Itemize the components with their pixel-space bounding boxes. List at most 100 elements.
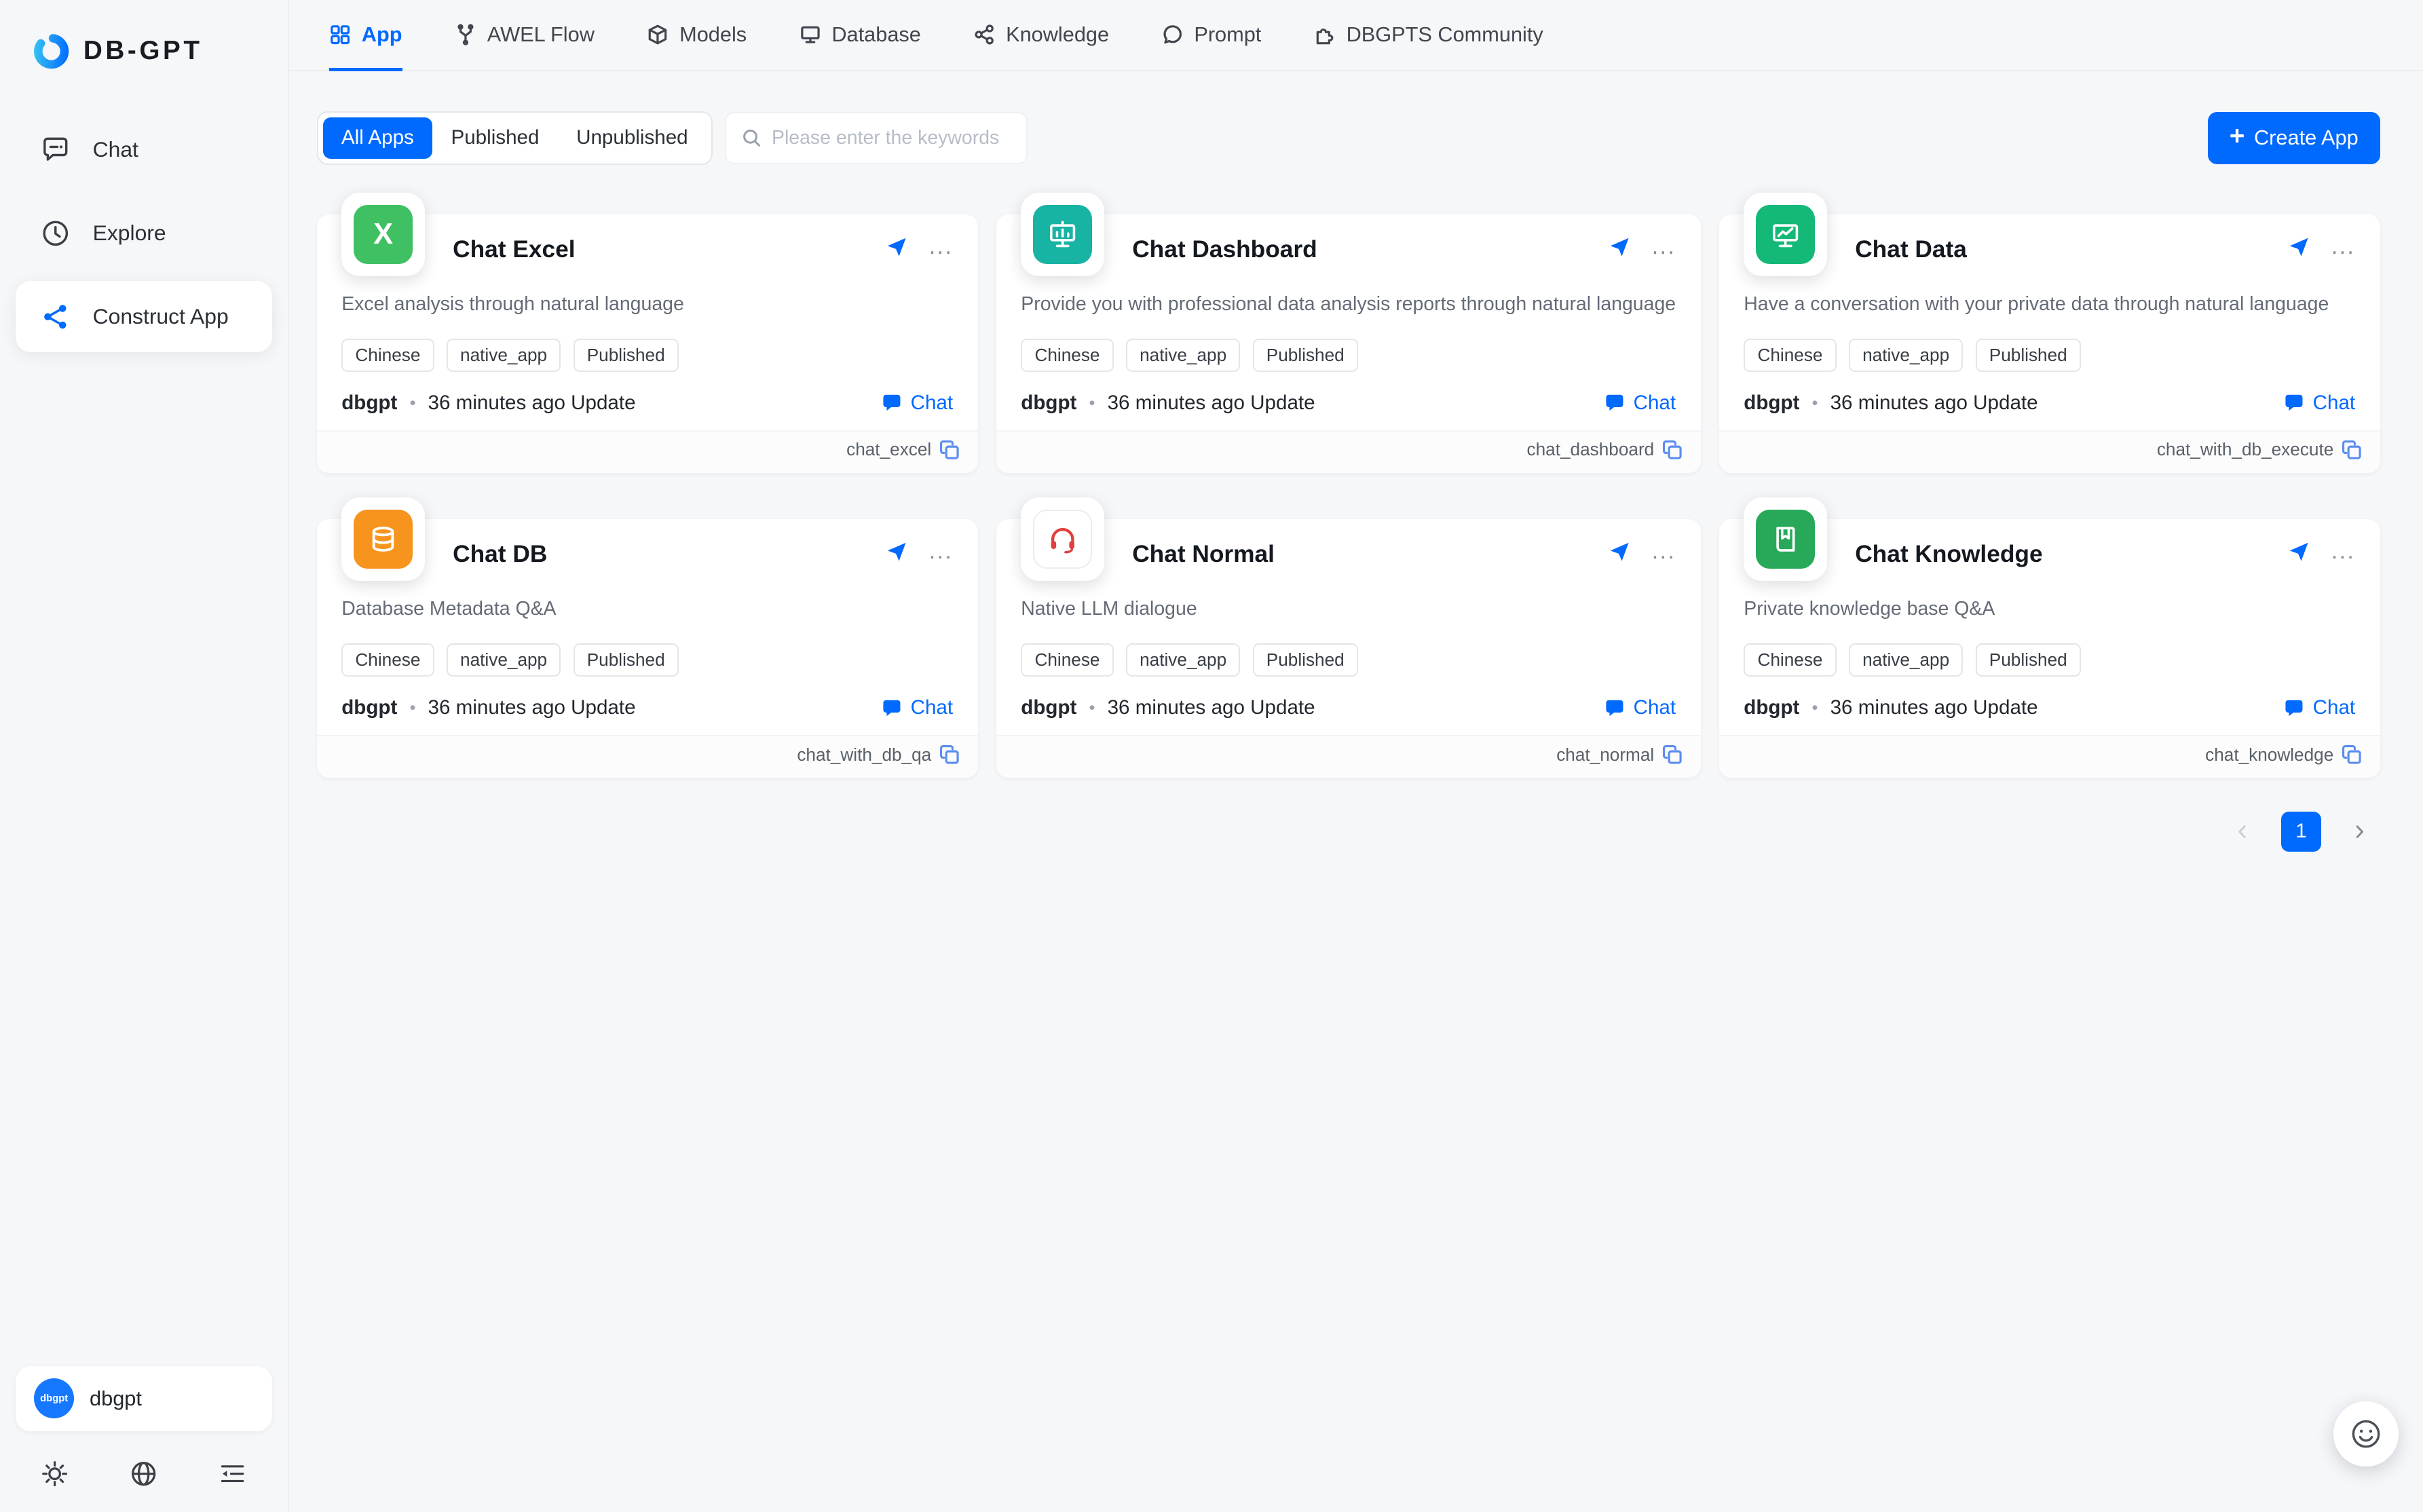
more-menu-icon[interactable]: ... bbox=[929, 239, 953, 254]
user-name: dbgpt bbox=[90, 1386, 142, 1411]
flow-icon bbox=[455, 24, 476, 45]
collapse-sidebar-icon[interactable] bbox=[218, 1459, 247, 1488]
copy-icon[interactable] bbox=[939, 440, 960, 460]
card-tags: Chinese native_app Published bbox=[1021, 643, 1676, 677]
tab-models[interactable]: Models bbox=[647, 0, 747, 70]
search-input[interactable] bbox=[772, 127, 1011, 149]
card-tags: Chinese native_app Published bbox=[1744, 643, 2355, 677]
app-card-chat-data[interactable]: Chat Data ... Have a conversation with y… bbox=[1719, 214, 2380, 473]
tab-label: App bbox=[362, 22, 402, 47]
more-menu-icon[interactable]: ... bbox=[1652, 239, 1676, 254]
more-menu-icon[interactable]: ... bbox=[1652, 544, 1676, 559]
card-owner: dbgpt bbox=[1744, 696, 1799, 719]
app-card-chat-dashboard[interactable]: Chat Dashboard ... Provide you with prof… bbox=[996, 214, 1701, 473]
tab-label: DBGPTS Community bbox=[1347, 22, 1543, 47]
create-app-button[interactable]: + Create App bbox=[2208, 112, 2380, 164]
app-card-chat-db[interactable]: Chat DB ... Database Metadata Q&A Chines… bbox=[317, 519, 978, 778]
sidebar-item-construct-app[interactable]: Construct App bbox=[16, 281, 272, 352]
feedback-smiley-button[interactable] bbox=[2333, 1401, 2399, 1467]
scene-name: chat_normal bbox=[1556, 744, 1654, 766]
copy-icon[interactable] bbox=[939, 744, 960, 765]
chat-label: Chat bbox=[911, 696, 954, 719]
card-tags: Chinese native_app Published bbox=[1744, 339, 2355, 372]
chat-button[interactable]: Chat bbox=[1604, 696, 1676, 719]
copy-icon[interactable] bbox=[2342, 744, 2362, 765]
tag-type: native_app bbox=[447, 339, 561, 372]
share-cursor-icon[interactable] bbox=[1609, 236, 1630, 258]
sidebar-item-explore[interactable]: Explore bbox=[16, 197, 272, 269]
chat-icon bbox=[40, 134, 71, 166]
share-cursor-icon[interactable] bbox=[2288, 541, 2310, 563]
chat-button[interactable]: Chat bbox=[2283, 696, 2355, 719]
card-description: Excel analysis through natural language bbox=[341, 293, 953, 316]
card-updated: 36 minutes ago Update bbox=[1830, 392, 2038, 415]
card-tags: Chinese native_app Published bbox=[341, 339, 953, 372]
tab-label: Database bbox=[831, 22, 921, 47]
chat-label: Chat bbox=[2313, 392, 2356, 415]
copy-icon[interactable] bbox=[1662, 744, 1683, 765]
scene-name: chat_with_db_qa bbox=[797, 744, 931, 766]
language-globe-icon[interactable] bbox=[129, 1459, 158, 1488]
card-title: Chat Excel bbox=[453, 236, 886, 263]
pagination-next-button[interactable] bbox=[2340, 812, 2380, 852]
tab-label: Prompt bbox=[1194, 22, 1261, 47]
pagination-prev-button[interactable] bbox=[2222, 812, 2262, 852]
tag-type: native_app bbox=[1126, 643, 1240, 677]
tab-knowledge[interactable]: Knowledge bbox=[973, 0, 1109, 70]
chat-bubble-icon bbox=[2283, 393, 2305, 413]
chat-button[interactable]: Chat bbox=[2283, 392, 2355, 415]
filter-unpublished[interactable]: Unpublished bbox=[558, 117, 707, 159]
dot-separator: • bbox=[1089, 394, 1095, 413]
filter-all-apps[interactable]: All Apps bbox=[323, 117, 433, 159]
tag-language: Chinese bbox=[341, 339, 434, 372]
card-footer: chat_knowledge bbox=[1719, 735, 2380, 778]
more-menu-icon[interactable]: ... bbox=[2331, 544, 2355, 559]
card-description: Private knowledge base Q&A bbox=[1744, 598, 2355, 620]
card-owner: dbgpt bbox=[341, 696, 397, 719]
card-description: Provide you with professional data analy… bbox=[1021, 293, 1676, 316]
copy-icon[interactable] bbox=[1662, 440, 1683, 460]
top-navigation: App AWEL Flow Models bbox=[289, 0, 2423, 71]
tab-database[interactable]: Database bbox=[800, 0, 921, 70]
share-cursor-icon[interactable] bbox=[2288, 236, 2310, 258]
share-cursor-icon[interactable] bbox=[886, 541, 907, 563]
chat-label: Chat bbox=[1634, 392, 1676, 415]
tab-prompt[interactable]: Prompt bbox=[1162, 0, 1262, 70]
share-cursor-icon[interactable] bbox=[886, 236, 907, 258]
chat-button[interactable]: Chat bbox=[1604, 392, 1676, 415]
app-card-chat-excel[interactable]: X Chat Excel ... Excel analysis through … bbox=[317, 214, 978, 473]
tab-awel-flow[interactable]: AWEL Flow bbox=[455, 0, 595, 70]
app-cards-grid: X Chat Excel ... Excel analysis through … bbox=[289, 165, 2423, 778]
copy-icon[interactable] bbox=[2342, 440, 2362, 460]
chat-bubble-icon bbox=[881, 698, 903, 719]
chat-button[interactable]: Chat bbox=[881, 392, 953, 415]
app-logo[interactable]: DB-GPT bbox=[16, 24, 272, 114]
card-owner: dbgpt bbox=[1021, 392, 1076, 415]
card-updated: 36 minutes ago Update bbox=[1830, 696, 2038, 719]
theme-sun-icon[interactable] bbox=[40, 1459, 69, 1488]
pagination-page-1[interactable]: 1 bbox=[2281, 812, 2321, 852]
user-profile[interactable]: dbgpt dbgpt bbox=[16, 1366, 272, 1431]
filter-published[interactable]: Published bbox=[432, 117, 558, 159]
database-icon bbox=[800, 24, 821, 45]
tag-status: Published bbox=[574, 339, 679, 372]
tab-app[interactable]: App bbox=[329, 0, 402, 70]
tab-dbgpts-community[interactable]: DBGPTS Community bbox=[1314, 0, 1543, 70]
scene-name: chat_knowledge bbox=[2205, 744, 2333, 766]
chat-button[interactable]: Chat bbox=[881, 696, 953, 719]
card-updated: 36 minutes ago Update bbox=[1108, 392, 1315, 415]
app-icon-tile bbox=[1744, 497, 1827, 581]
scene-name: chat_excel bbox=[846, 439, 931, 460]
models-cube-icon bbox=[647, 24, 669, 45]
sidebar-item-chat[interactable]: Chat bbox=[16, 114, 272, 185]
card-tags: Chinese native_app Published bbox=[341, 643, 953, 677]
more-menu-icon[interactable]: ... bbox=[929, 544, 953, 559]
sidebar-item-label: Chat bbox=[93, 137, 138, 162]
share-cursor-icon[interactable] bbox=[1609, 541, 1630, 563]
scene-name: chat_dashboard bbox=[1527, 439, 1655, 460]
more-menu-icon[interactable]: ... bbox=[2331, 239, 2355, 254]
search-box[interactable] bbox=[725, 112, 1028, 164]
app-card-chat-knowledge[interactable]: Chat Knowledge ... Private knowledge bas… bbox=[1719, 519, 2380, 778]
normal-app-icon bbox=[1033, 510, 1092, 569]
app-card-chat-normal[interactable]: Chat Normal ... Native LLM dialogue Chin… bbox=[996, 519, 1701, 778]
